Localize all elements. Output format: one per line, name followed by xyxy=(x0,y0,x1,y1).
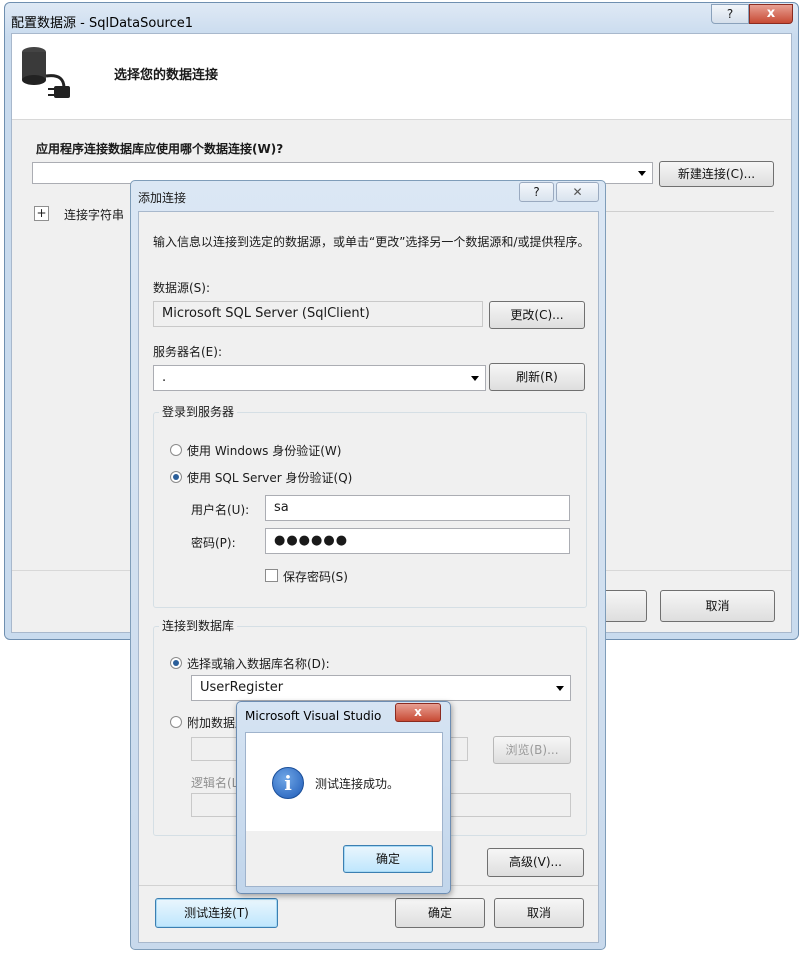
help-icon: ? xyxy=(726,7,734,21)
dialog-close-button[interactable]: ✕ xyxy=(556,182,599,202)
password-input[interactable]: ●●●●●● xyxy=(265,528,570,554)
conn-string-label: 连接字符串 xyxy=(64,208,125,222)
message-box: Microsoft Visual Studio x i 测试连接成功。 确定 xyxy=(236,701,451,894)
server-label: 服务器名(E): xyxy=(153,345,222,359)
server-select[interactable]: . xyxy=(153,365,486,391)
msgbox-title: Microsoft Visual Studio xyxy=(245,709,382,723)
outer-header: 选择您的数据连接 xyxy=(12,34,791,120)
windows-auth-label[interactable]: 使用 Windows 身份验证(W) xyxy=(187,442,341,459)
info-icon: i xyxy=(272,767,304,799)
ok-button[interactable]: 确定 xyxy=(395,898,485,928)
plus-icon: + xyxy=(36,206,47,220)
sql-auth-radio[interactable] xyxy=(170,471,182,483)
cancel-button[interactable]: 取消 xyxy=(494,898,584,928)
browse-button: 浏览(B)... xyxy=(493,736,571,764)
password-label: 密码(P): xyxy=(191,536,236,550)
username-label: 用户名(U): xyxy=(191,503,250,517)
chevron-down-icon xyxy=(556,686,564,691)
database-select[interactable]: UserRegister xyxy=(191,675,571,701)
intro-text: 输入信息以连接到选定的数据源，或单击“更改”选择另一个数据源和/或提供程序。 xyxy=(153,235,590,249)
new-connection-button[interactable]: 新建连接(C)... xyxy=(659,161,774,187)
attach-db-radio[interactable] xyxy=(170,716,182,728)
dialog-help-button[interactable]: ? xyxy=(519,182,554,202)
datasource-field: Microsoft SQL Server (SqlClient) xyxy=(153,301,483,327)
outer-title: 配置数据源 - SqlDataSource1 xyxy=(11,16,194,31)
msgbox-ok-button[interactable]: 确定 xyxy=(343,845,433,873)
refresh-button[interactable]: 刷新(R) xyxy=(489,363,585,391)
msgbox-message: 测试连接成功。 xyxy=(315,777,400,791)
conn-question: 应用程序连接数据库应使用哪个数据连接(W)? xyxy=(36,142,284,156)
close-icon: x xyxy=(766,6,776,21)
msgbox-close-button[interactable]: x xyxy=(395,703,441,722)
dialog-title: 添加连接 xyxy=(138,191,187,205)
close-icon: x xyxy=(414,705,422,719)
save-password-label[interactable]: 保存密码(S) xyxy=(283,568,348,585)
windows-auth-radio[interactable] xyxy=(170,444,182,456)
server-value: . xyxy=(162,370,167,385)
database-plug-icon xyxy=(22,47,70,98)
outer-close-button[interactable]: x xyxy=(749,4,793,24)
login-group-label: 登录到服务器 xyxy=(159,403,238,420)
msgbox-client: i 测试连接成功。 确定 xyxy=(245,732,443,887)
help-icon: ? xyxy=(533,185,540,199)
close-icon: ✕ xyxy=(572,185,583,199)
chevron-down-icon xyxy=(638,171,646,176)
database-value: UserRegister xyxy=(200,680,284,695)
expand-toggle[interactable]: + xyxy=(34,206,49,221)
select-db-label[interactable]: 选择或输入数据库名称(D): xyxy=(187,655,330,672)
sql-auth-label[interactable]: 使用 SQL Server 身份验证(Q) xyxy=(187,469,352,486)
test-connection-button[interactable]: 测试连接(T) xyxy=(155,898,278,928)
username-input[interactable]: sa xyxy=(265,495,570,521)
select-db-radio[interactable] xyxy=(170,657,182,669)
change-button[interactable]: 更改(C)... xyxy=(489,301,585,329)
database-group-label: 连接到数据库 xyxy=(159,617,238,634)
outer-cancel-button[interactable]: 取消 xyxy=(660,590,775,622)
save-password-checkbox[interactable] xyxy=(265,569,278,582)
datasource-label: 数据源(S): xyxy=(153,281,211,295)
advanced-button[interactable]: 高级(V)... xyxy=(487,848,584,877)
outer-help-button[interactable]: ? xyxy=(711,4,749,24)
outer-header-text: 选择您的数据连接 xyxy=(114,68,219,83)
chevron-down-icon xyxy=(471,376,479,381)
